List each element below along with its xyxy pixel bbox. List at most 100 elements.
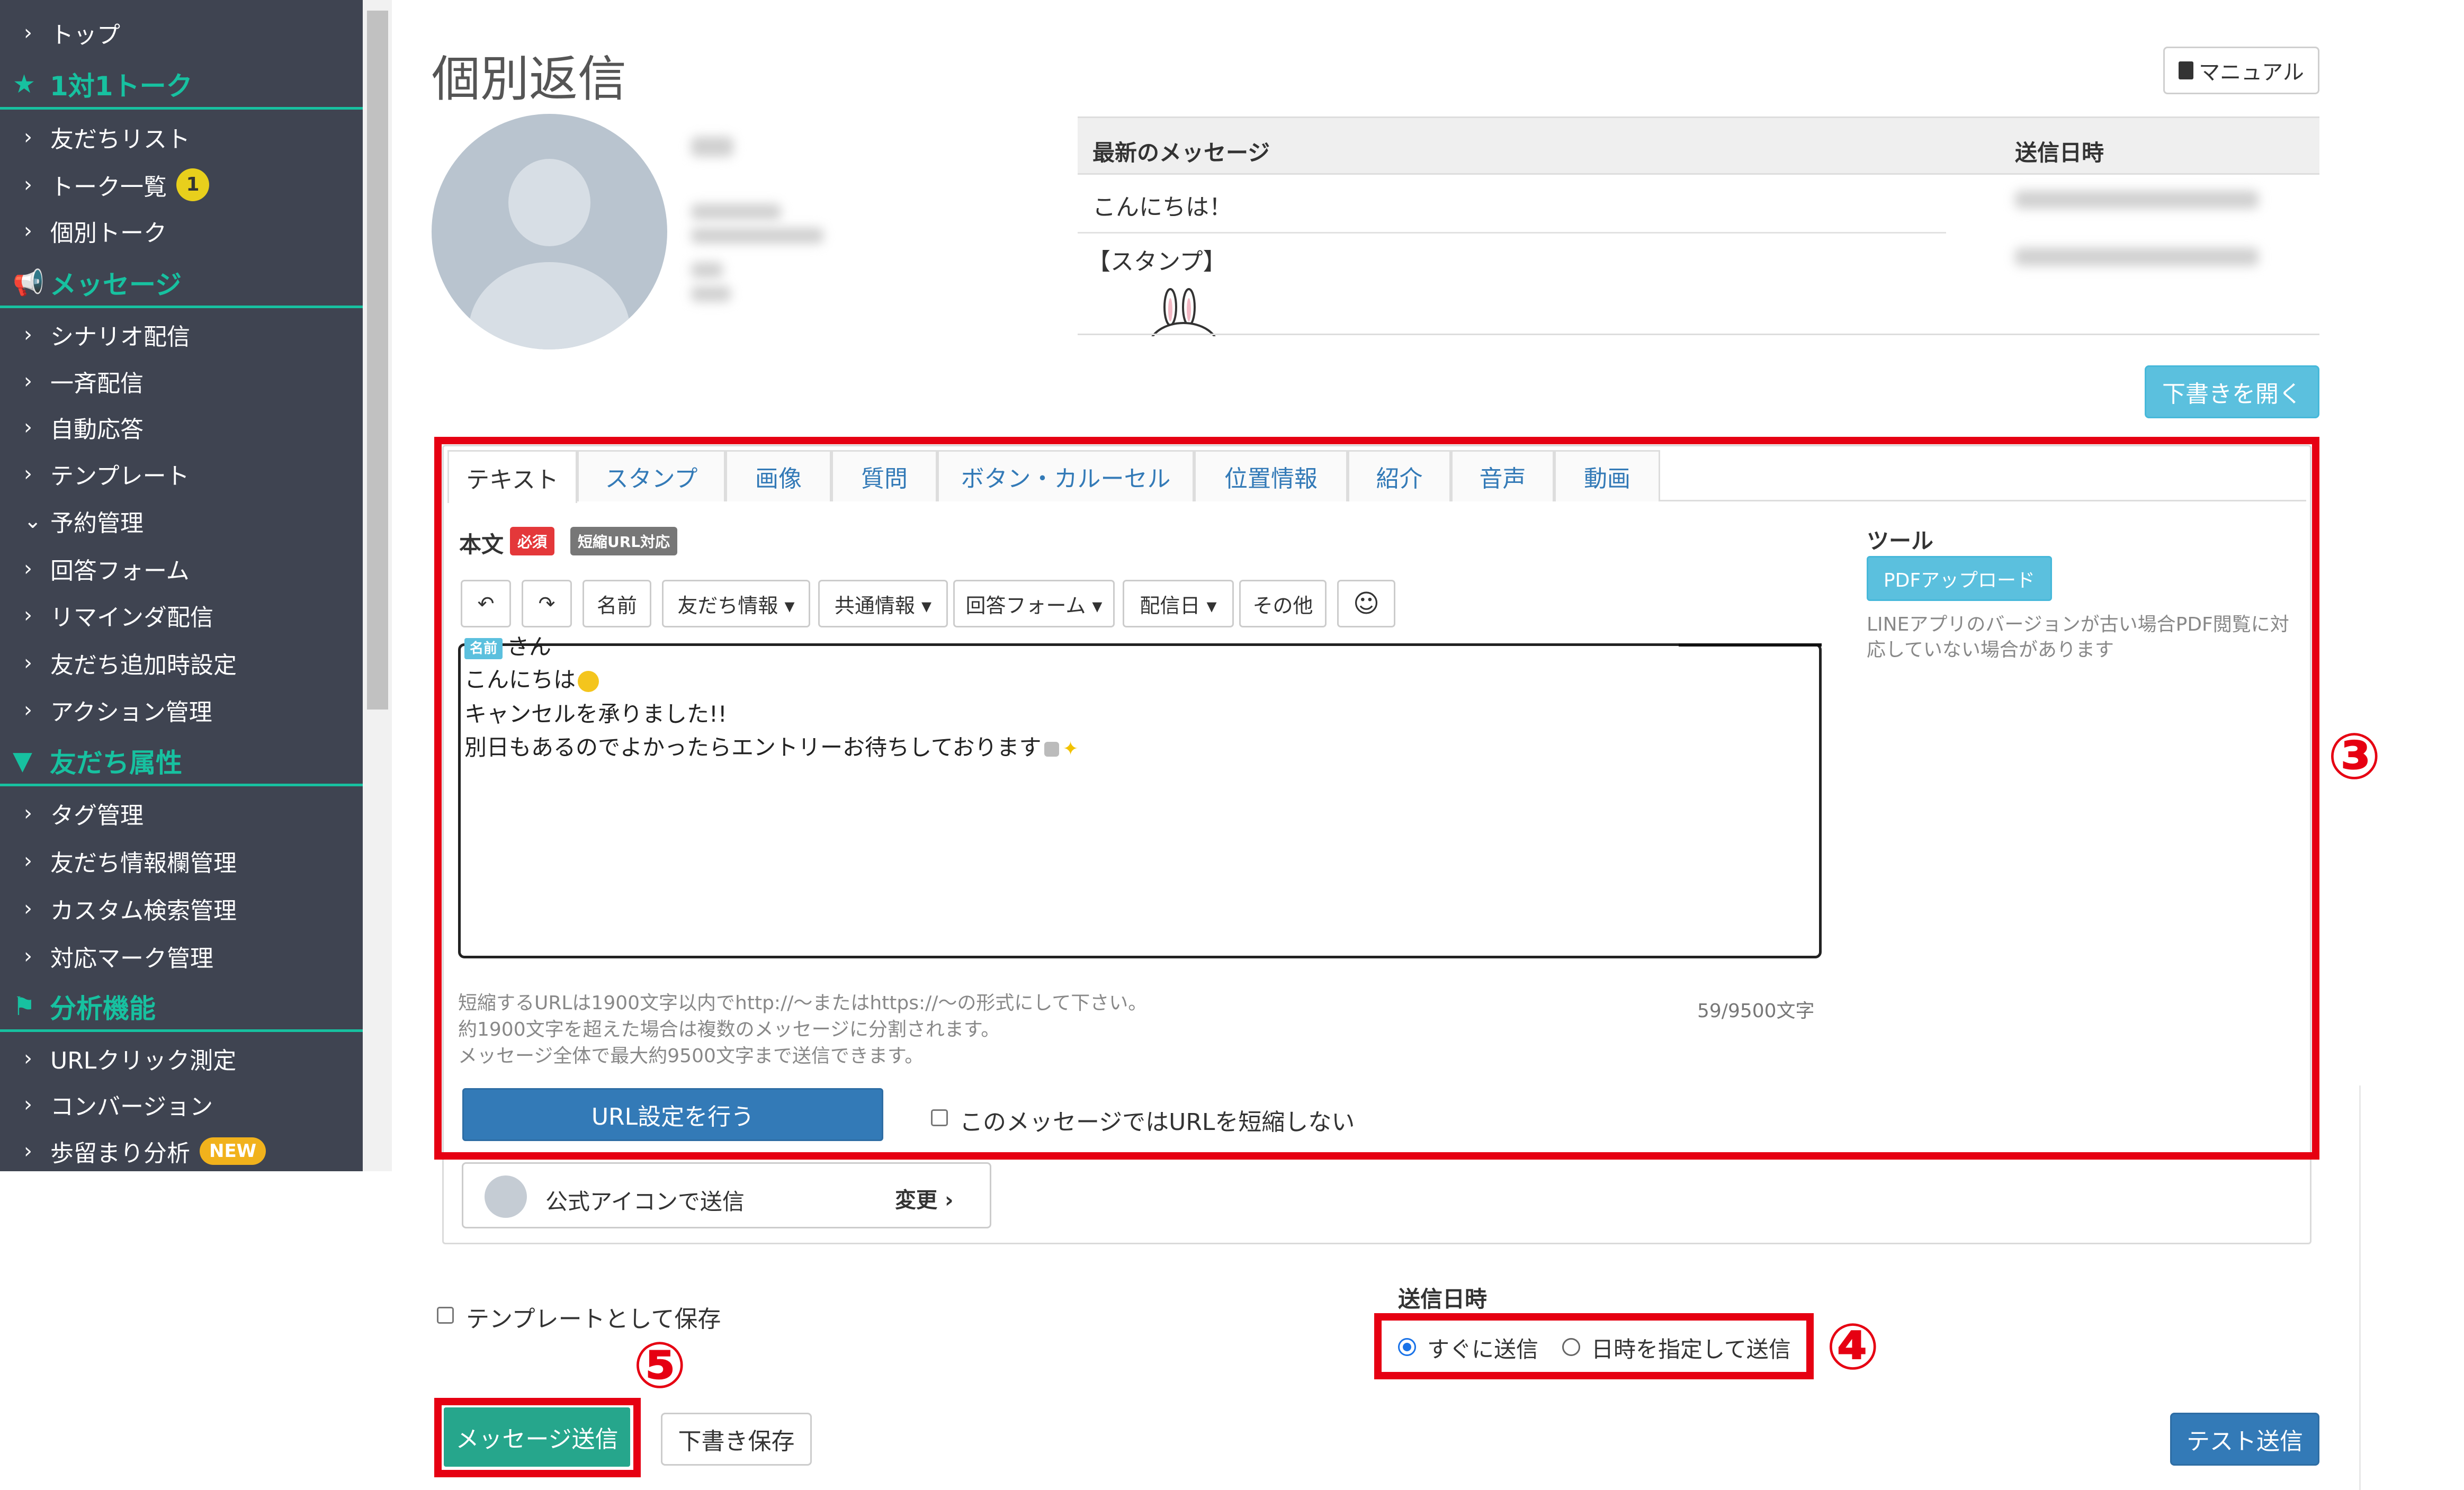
sidebar-item-label: 一斉配信 bbox=[50, 370, 144, 397]
chevron-right-icon: › bbox=[24, 651, 32, 675]
chevron-right-icon: › bbox=[24, 21, 32, 45]
sidebar-section-label: 分析機能 bbox=[50, 993, 156, 1024]
change-label: 変更 bbox=[895, 1188, 937, 1213]
sidebar-section-analytics[interactable]: ⚑ 分析機能 bbox=[0, 983, 363, 1032]
chevron-right-icon: › bbox=[24, 698, 32, 722]
flag-icon: ⚑ bbox=[13, 991, 36, 1021]
sidebar-item-top[interactable]: › トップ bbox=[0, 10, 363, 56]
chevron-right-icon: › bbox=[24, 1092, 32, 1117]
sidebar-item-url-click[interactable]: › URLクリック測定 bbox=[0, 1035, 363, 1082]
unread-badge: 1 bbox=[176, 168, 209, 201]
panel-right-border bbox=[2359, 1085, 2361, 1490]
sidebar-item-funnel[interactable]: › 歩留まり分析 NEW bbox=[0, 1128, 363, 1174]
manual-button[interactable]: マニュアル bbox=[2163, 47, 2319, 94]
chevron-right-icon: › bbox=[24, 462, 32, 486]
new-badge: NEW bbox=[200, 1137, 266, 1165]
sidebar-item-reservation[interactable]: ⌄ 予約管理 bbox=[0, 498, 363, 544]
star-icon: ★ bbox=[13, 69, 36, 99]
blurred-date bbox=[2015, 191, 2259, 209]
chevron-right-icon: › bbox=[24, 801, 32, 825]
sidebar-item-individual-talk[interactable]: › 個別トーク bbox=[0, 208, 363, 254]
column-header-message: 最新のメッセージ bbox=[1092, 140, 1270, 166]
chevron-right-icon: › bbox=[24, 173, 32, 197]
chevron-right-icon: › bbox=[24, 944, 32, 968]
sidebar-item-label: 友だち情報欄管理 bbox=[50, 850, 237, 877]
sidebar-item-label: 回答フォーム bbox=[50, 558, 190, 585]
table-header: 最新のメッセージ 送信日時 bbox=[1078, 116, 2319, 175]
sidebar-item-label: 友だち追加時設定 bbox=[50, 652, 237, 679]
chevron-down-icon: ⌄ bbox=[24, 509, 42, 533]
megaphone-icon: 📢 bbox=[13, 268, 44, 298]
sidebar-item-label: トーク一覧 bbox=[50, 174, 167, 201]
sidebar-item-action[interactable]: › アクション管理 bbox=[0, 687, 363, 733]
sidebar-item-label: 予約管理 bbox=[50, 510, 144, 537]
table-cell-message: 【スタンプ】 bbox=[1087, 248, 1226, 275]
page-title: 個別返信 bbox=[432, 51, 627, 107]
sidebar-item-tag[interactable]: › タグ管理 bbox=[0, 790, 363, 837]
sidebar-item-label: シナリオ配信 bbox=[50, 324, 190, 351]
open-draft-button[interactable]: 下書きを開く bbox=[2145, 365, 2319, 418]
sidebar-item-custom-search[interactable]: › カスタム検索管理 bbox=[0, 885, 363, 932]
sidebar-section-talk[interactable]: ★ 1対1トーク bbox=[0, 61, 363, 110]
blurred-info bbox=[691, 204, 781, 220]
book-icon bbox=[2179, 61, 2194, 79]
sticker-image bbox=[1151, 288, 1216, 336]
sidebar-item-label: 歩留まり分析 bbox=[50, 1140, 190, 1167]
sidebar-item-label: コンバージョン bbox=[50, 1093, 213, 1120]
sidebar-item-broadcast[interactable]: › 一斉配信 bbox=[0, 358, 363, 405]
sidebar-item-reminder[interactable]: › リマインダ配信 bbox=[0, 592, 363, 639]
send-time-label: 送信日時 bbox=[1398, 1286, 1488, 1312]
sender-avatar bbox=[485, 1175, 527, 1218]
row-divider bbox=[1078, 232, 1946, 234]
sidebar-item-label: URLクリック測定 bbox=[50, 1047, 237, 1074]
sidebar-item-template[interactable]: › テンプレート bbox=[0, 451, 363, 497]
highlight-box-4 bbox=[1374, 1313, 1814, 1379]
sidebar-item-label: テンプレート bbox=[50, 463, 190, 490]
save-template-checkbox[interactable] bbox=[437, 1307, 454, 1324]
table-bottom-border bbox=[1078, 334, 2319, 335]
sidebar-item-label: 個別トーク bbox=[50, 220, 167, 247]
save-draft-button[interactable]: 下書き保存 bbox=[661, 1413, 812, 1466]
sidebar-item-talk-list[interactable]: › トーク一覧 1 bbox=[0, 161, 363, 208]
avatar bbox=[432, 114, 667, 349]
sidebar-section-attributes[interactable]: ▼ 友だち属性 bbox=[0, 738, 363, 786]
sidebar-section-message[interactable]: 📢 メッセージ bbox=[0, 259, 363, 308]
blurred-info bbox=[691, 286, 731, 302]
sidebar-item-conversion[interactable]: › コンバージョン bbox=[0, 1081, 363, 1128]
chevron-right-icon: › bbox=[24, 219, 32, 243]
sidebar-scrollbar-thumb[interactable] bbox=[367, 11, 388, 710]
highlight-box-3 bbox=[434, 437, 2319, 1160]
manual-button-label: マニュアル bbox=[2199, 60, 2304, 85]
sidebar-item-label: 友だちリスト bbox=[50, 126, 190, 153]
sender-selector[interactable]: 公式アイコンで送信 変更 › bbox=[462, 1162, 991, 1228]
chevron-right-icon: › bbox=[944, 1188, 954, 1213]
filter-icon: ▼ bbox=[13, 746, 32, 776]
sidebar-item-auto-reply[interactable]: › 自動応答 bbox=[0, 404, 363, 451]
chevron-right-icon: › bbox=[24, 1139, 32, 1163]
blurred-info bbox=[691, 228, 823, 244]
sidebar-item-answer-form[interactable]: › 回答フォーム bbox=[0, 545, 363, 592]
sidebar-item-scenario[interactable]: › シナリオ配信 bbox=[0, 311, 363, 358]
chevron-right-icon: › bbox=[24, 125, 32, 149]
test-send-button[interactable]: テスト送信 bbox=[2170, 1413, 2319, 1466]
blurred-info bbox=[691, 262, 723, 278]
sidebar-item-friend-list[interactable]: › 友だちリスト bbox=[0, 114, 363, 160]
chevron-right-icon: › bbox=[24, 322, 32, 347]
sidebar: › トップ ★ 1対1トーク › 友だちリスト › トーク一覧 1 › 個別トーク 📢 メッセ… bbox=[0, 0, 363, 1171]
column-header-sent: 送信日時 bbox=[2015, 140, 2104, 166]
sidebar-item-friend-info-field[interactable]: › 友だち情報欄管理 bbox=[0, 838, 363, 884]
sidebar-item-response-mark[interactable]: › 対応マーク管理 bbox=[0, 933, 363, 980]
sidebar-item-label: 自動応答 bbox=[50, 416, 144, 443]
callout-3: ③ bbox=[2327, 720, 2381, 794]
sidebar-item-label: タグ管理 bbox=[50, 802, 144, 829]
chevron-right-icon: › bbox=[24, 849, 32, 873]
sidebar-item-label: トップ bbox=[50, 22, 120, 49]
chevron-right-icon: › bbox=[24, 415, 32, 439]
sidebar-section-label: メッセージ bbox=[50, 269, 182, 300]
callout-4: ④ bbox=[1826, 1311, 1880, 1384]
chevron-right-icon: › bbox=[24, 896, 32, 921]
chevron-right-icon: › bbox=[24, 603, 32, 627]
sidebar-item-friend-add-setting[interactable]: › 友だち追加時設定 bbox=[0, 640, 363, 686]
chevron-right-icon: › bbox=[24, 369, 32, 393]
sender-change-link[interactable]: 変更 › bbox=[895, 1183, 953, 1214]
